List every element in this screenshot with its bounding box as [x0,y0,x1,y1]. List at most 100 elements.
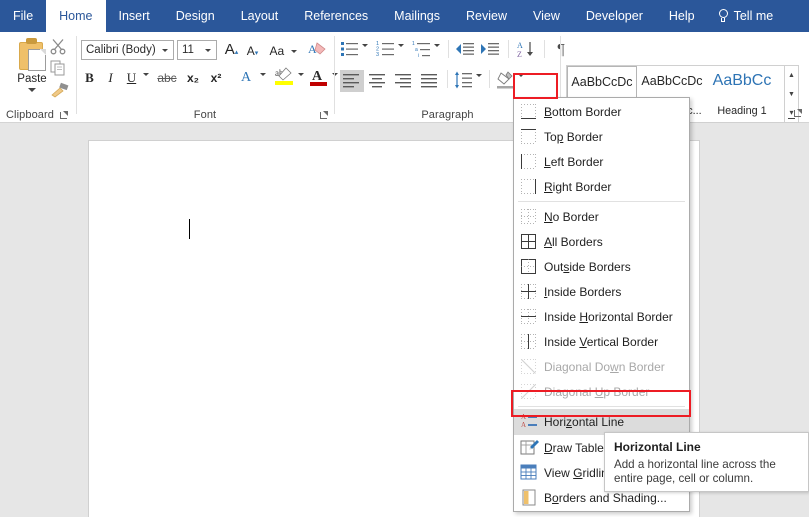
svg-text:3: 3 [376,52,379,58]
grow-font-button[interactable]: A▴ [222,40,241,60]
clear-formatting-button[interactable]: A [307,40,329,60]
style-label: Heading 1 [717,105,767,117]
align-right-icon [395,74,411,88]
tab-review[interactable]: Review [453,0,520,32]
tab-help[interactable]: Help [656,0,708,32]
menu-item-all-borders[interactable]: All Borders [514,229,689,254]
multilevel-list-button[interactable]: 1 a i [412,40,434,60]
subscript-button[interactable]: x₂ [183,68,203,88]
underline-button[interactable]: U [123,68,140,88]
menu-item-label: Top Border [544,129,603,144]
bold-button[interactable]: B [81,68,98,88]
align-left-button[interactable] [340,70,364,92]
menu-item-inside-vertical-border[interactable]: Inside Vertical Border [514,329,689,354]
text-effects-button[interactable]: A [235,68,257,88]
justify-button[interactable] [418,70,442,92]
tab-references[interactable]: References [291,0,381,32]
ribbon-tab-strip: File Home Insert Design Layout Reference… [0,0,809,32]
tab-design[interactable]: Design [163,0,228,32]
shading-dropdown[interactable] [518,74,527,91]
chevron-down-icon[interactable] [28,88,36,92]
numbered-list-icon: 1 2 3 [376,41,394,58]
align-right-button[interactable] [392,70,416,92]
highlight-button[interactable]: ab [273,66,295,88]
italic-label: I [108,70,113,85]
draw-table-icon [514,435,544,460]
format-painter-button[interactable] [50,82,72,100]
menu-item-label: Diagonal Down Border [544,359,665,374]
menu-item-label: Right Border [544,179,612,194]
menu-item-label: Outside Borders [544,259,631,274]
menu-item-bottom-border[interactable]: Bottom Border [514,99,689,124]
styles-scroll-up-button[interactable]: ▲ [785,67,798,85]
decrease-indent-icon [456,43,474,55]
style-preview: AaBbCcDc [571,75,633,89]
font-color-icon: A [310,69,327,86]
clipboard-dialog-launcher[interactable] [60,111,69,120]
align-center-button[interactable] [366,70,390,92]
decrease-indent-button[interactable] [455,40,477,60]
highlight-icon: ab [275,67,293,85]
sort-az-icon: A Z [517,41,533,59]
menu-item-outside-borders[interactable]: Outside Borders [514,254,689,279]
change-case-button[interactable]: Aa [267,41,299,61]
menu-item-label: No Border [544,209,599,224]
menu-item-label: Borders and Shading... [544,490,667,505]
multilevel-list-dropdown[interactable] [434,44,443,61]
menu-item-no-border[interactable]: No Border [514,204,689,229]
paste-button[interactable]: Paste [8,36,56,104]
menu-item-inside-horizontal-border[interactable]: Inside Horizontal Border [514,304,689,329]
tab-home[interactable]: Home [46,0,106,32]
numbered-list-button[interactable]: 1 2 3 [376,40,398,60]
bullet-list-button[interactable] [340,40,362,60]
menu-item-top-border[interactable]: Top Border [514,124,689,149]
scissors-icon [50,39,66,55]
style-item-heading-1[interactable]: AaBbCс Heading 1 [707,66,777,122]
line-spacing-dropdown[interactable] [476,74,485,91]
show-formatting-marks-button[interactable]: ¶ [551,40,571,60]
italic-button[interactable]: I [102,68,119,88]
superscript-button[interactable]: x² [206,68,226,88]
copy-button[interactable] [50,60,70,78]
diagonal-down-border-icon [514,354,544,379]
strikethrough-button[interactable]: abc [155,68,179,88]
shrink-font-button[interactable]: A▾ [243,41,262,61]
view-gridlines-icon [514,460,544,485]
paintbrush-icon [51,82,69,98]
style-preview: AaBbCcDc [641,74,703,88]
chevron-down-icon[interactable] [162,49,168,52]
shading-button[interactable] [496,70,518,92]
menu-item-label: Left Border [544,154,604,169]
font-family-value: Calibri (Body) [86,44,156,56]
numbered-list-dropdown[interactable] [398,44,407,61]
styles-scroll-down-button[interactable]: ▼ [785,86,798,104]
sort-button[interactable]: A Z [516,40,538,60]
bullet-list-dropdown[interactable] [362,44,371,61]
svg-text:Z: Z [517,50,522,58]
group-font: Calibri (Body) 11 A▴ A▾ Aa A B I U abc x… [77,32,338,123]
font-dialog-launcher[interactable] [320,111,329,120]
underline-dropdown[interactable] [141,73,151,90]
line-spacing-button[interactable] [454,70,476,92]
text-effects-dropdown[interactable] [258,73,268,90]
tab-mailings[interactable]: Mailings [381,0,453,32]
styles-dialog-launcher[interactable] [794,109,803,118]
menu-item-right-border[interactable]: Right Border [514,174,689,199]
menu-item-left-border[interactable]: Left Border [514,149,689,174]
increase-indent-button[interactable] [480,40,502,60]
tab-developer[interactable]: Developer [573,0,656,32]
font-size-combobox[interactable]: 11 [177,40,217,60]
highlight-dropdown[interactable] [296,73,306,90]
menu-item-inside-borders[interactable]: Inside Borders [514,279,689,304]
tab-layout[interactable]: Layout [228,0,292,32]
tab-view[interactable]: View [520,0,573,32]
cut-button[interactable] [50,38,70,56]
tab-file[interactable]: File [0,0,46,32]
chevron-down-icon[interactable] [205,49,211,52]
font-color-button[interactable]: A [309,66,329,88]
tab-insert[interactable]: Insert [106,0,163,32]
increase-indent-icon [481,43,499,55]
font-family-combobox[interactable]: Calibri (Body) [81,40,174,60]
inside-horizontal-border-icon [514,304,544,329]
tell-me-box[interactable]: Tell me [708,0,784,32]
